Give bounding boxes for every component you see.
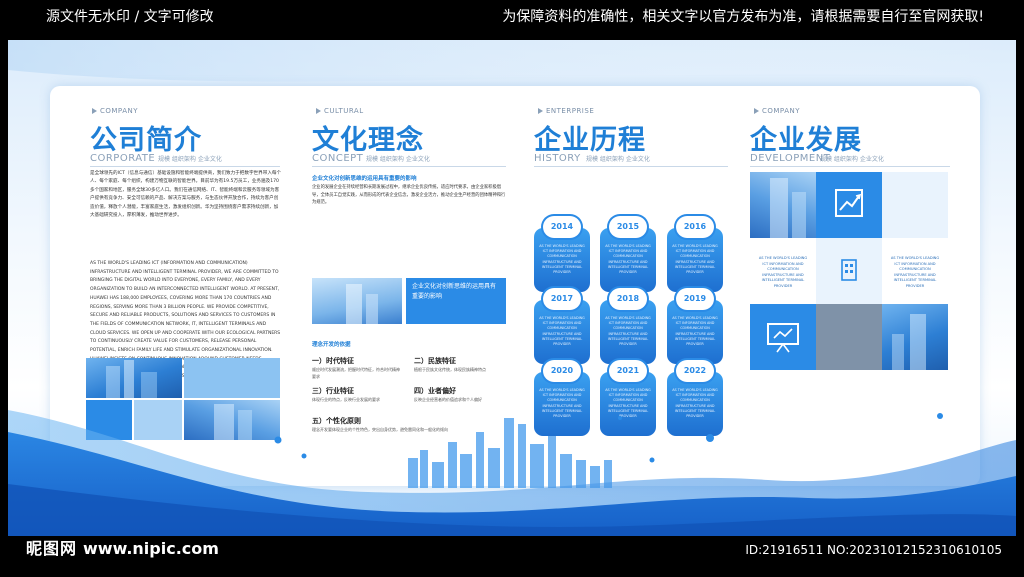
watermark-brand: 昵图网 www.nipic.com — [26, 535, 219, 559]
top-notice-bar: 源文件无水印 / 文字可修改 为保障资料的准确性，相关文字以官方发布为准，请根据… — [0, 0, 1024, 32]
accuracy-note: 为保障资料的准确性，相关文字以官方发布为准，请根据需要自行至官网获取! — [502, 9, 984, 25]
watermark-site-name: 昵图网 — [26, 539, 78, 558]
watermark-site-url: www.nipic.com — [83, 539, 219, 558]
watermark-id: ID:21916511 NO:20231012152310610105 — [745, 543, 1002, 557]
wave-skyline-decoration — [8, 410, 1016, 536]
poster-panel: COMPANY 公司简介 CORPORATE 规模 组织架构 企业文化 是全球领… — [8, 40, 1016, 536]
canvas: 源文件无水印 / 文字可修改 为保障资料的准确性，相关文字以官方发布为准，请根据… — [0, 0, 1024, 577]
source-note: 源文件无水印 / 文字可修改 — [46, 9, 214, 25]
